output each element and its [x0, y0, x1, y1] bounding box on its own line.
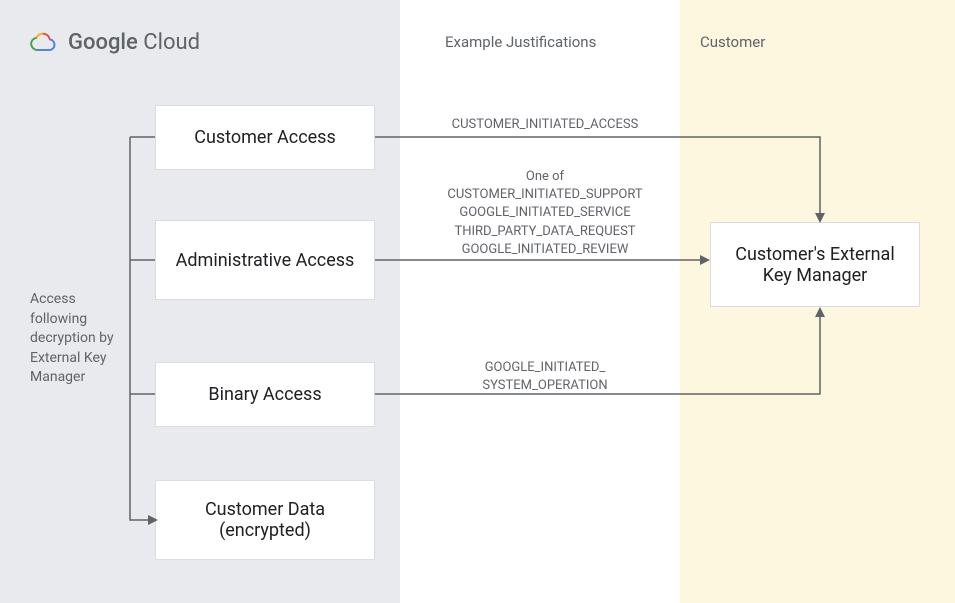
box-customer-access: Customer Access [155, 105, 375, 170]
justification-items: CUSTOMER_INITIATED_SUPPORT GOOGLE_INITIA… [447, 187, 642, 257]
justification-customer-initiated: CUSTOMER_INITIATED_ACCESS [420, 116, 670, 134]
zone-label-customer: Customer [700, 33, 765, 51]
logo-text: Google Cloud [68, 30, 200, 55]
zone-justifications [400, 0, 680, 603]
box-administrative-access: Administrative Access [155, 220, 375, 300]
zone-label-justifications: Example Justifications [445, 33, 596, 51]
box-binary-access: Binary Access [155, 362, 375, 427]
justification-system-operation: GOOGLE_INITIATED_ SYSTEM_OPERATION [420, 359, 670, 395]
side-note: Access following decryption by External … [30, 290, 130, 388]
justification-prefix: One of [526, 169, 564, 184]
box-customer-data: Customer Data (encrypted) [155, 480, 375, 560]
box-external-key-manager: Customer's External Key Manager [710, 222, 920, 307]
google-cloud-logo: Google Cloud [30, 30, 200, 55]
cloud-icon [30, 31, 58, 55]
justification-admin-list: One of CUSTOMER_INITIATED_SUPPORT GOOGLE… [420, 168, 670, 259]
